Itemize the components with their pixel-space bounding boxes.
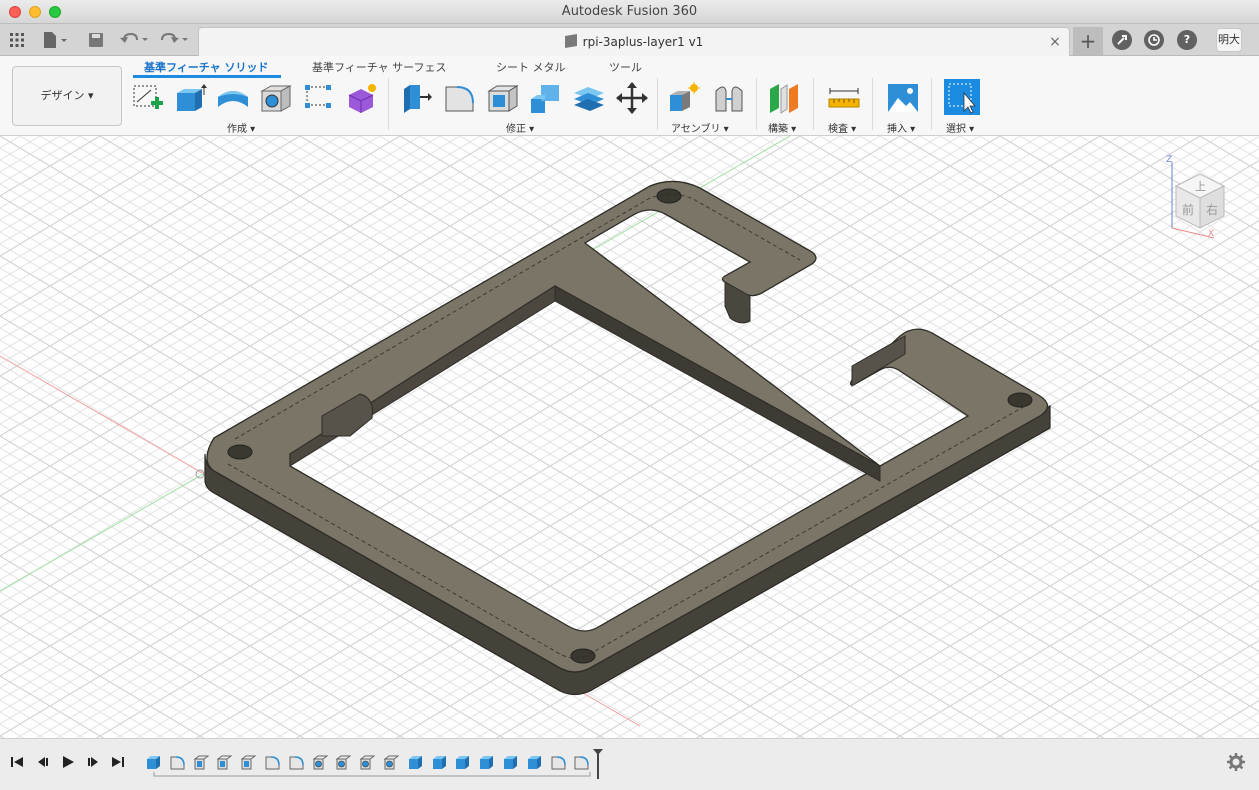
viewcube-front-label: 前 [1182, 202, 1194, 217]
timeline-bracket [153, 772, 591, 777]
viewcube-right-label: 右 [1206, 202, 1218, 217]
document-tab[interactable]: rpi-3aplus-layer1 v1 × [198, 27, 1070, 56]
group-construct-label[interactable]: 構築 ▾ [768, 120, 796, 135]
close-tab-button[interactable]: × [1047, 34, 1063, 50]
file-icon[interactable] [40, 30, 70, 50]
undo-icon[interactable] [118, 30, 150, 50]
group-create-label[interactable]: 作成 ▾ [227, 120, 255, 135]
timeline-feature-shell-icon[interactable] [240, 755, 257, 770]
tab-tools[interactable]: ツール [609, 59, 642, 75]
step-forward-icon[interactable] [85, 755, 101, 771]
create-sketch-icon[interactable] [131, 81, 163, 113]
timeline-feature-hole-icon[interactable] [383, 755, 400, 770]
timeline [0, 738, 1259, 790]
ribbon-separator [813, 78, 814, 130]
new-tab-button[interactable]: + [1073, 27, 1103, 55]
viewcube-axis-z: Z [1166, 155, 1172, 165]
title-bar: Autodesk Fusion 360 [0, 0, 1259, 24]
active-tab-indicator [133, 75, 281, 78]
timeline-feature-extrude-icon[interactable] [408, 755, 423, 770]
shell-icon[interactable] [486, 81, 519, 113]
document-tab-label: rpi-3aplus-layer1 v1 [199, 33, 1069, 49]
offset-plane-icon[interactable] [767, 81, 799, 114]
create-form-icon[interactable] [345, 81, 377, 113]
job-status-icon[interactable] [1144, 30, 1164, 50]
ribbon-separator [756, 78, 757, 130]
joint-icon[interactable] [712, 81, 744, 113]
timeline-settings-gear-icon[interactable] [1227, 753, 1245, 771]
timeline-feature-hole-icon[interactable] [312, 755, 329, 770]
viewcube-axis-x: X [1208, 229, 1214, 239]
grid-icon[interactable] [7, 30, 27, 50]
move-icon[interactable] [615, 81, 648, 114]
tab-sheet-metal[interactable]: シート メタル [496, 59, 566, 75]
timeline-marker[interactable] [593, 749, 603, 779]
viewcube-top-label: 上 [1195, 180, 1206, 193]
combine-icon[interactable] [529, 81, 561, 113]
timeline-feature-extrude-icon[interactable] [432, 755, 447, 770]
mount-hole-left[interactable] [227, 444, 253, 460]
group-inspect-label[interactable]: 検査 ▾ [828, 120, 856, 135]
mount-hole-right[interactable] [1007, 392, 1033, 408]
ribbon: デザイン ▾ 基準フィーチャ ソリッド 基準フィーチャ サーフェス シート メタ… [0, 56, 1259, 136]
timeline-feature-shell-icon[interactable] [193, 755, 210, 770]
fillet-icon[interactable] [443, 81, 475, 113]
timeline-feature-fillet-icon[interactable] [289, 755, 304, 770]
press-pull-icon[interactable] [400, 81, 432, 113]
group-insert-label[interactable]: 挿入 ▾ [887, 120, 915, 135]
pattern-icon[interactable] [302, 81, 334, 113]
timeline-feature-shell-icon[interactable] [216, 755, 233, 770]
measure-icon[interactable] [827, 81, 860, 113]
help-icon[interactable]: ? [1177, 30, 1197, 50]
component-icon [564, 33, 577, 49]
timeline-feature-extrude-icon[interactable] [527, 755, 542, 770]
timeline-feature-fillet-icon[interactable] [574, 755, 590, 770]
timeline-feature-extrude-icon[interactable] [455, 755, 470, 770]
timeline-feature-hole-icon[interactable] [335, 755, 352, 770]
workspace-switcher-button[interactable]: デザイン ▾ [12, 66, 122, 126]
group-assemble-label[interactable]: アセンブリ ▾ [671, 120, 729, 135]
step-back-icon[interactable] [35, 755, 51, 771]
timeline-feature-fillet-icon[interactable] [170, 755, 185, 770]
3d-viewport[interactable]: Z X 上 前 右 [0, 136, 1259, 738]
timeline-feature-hole-icon[interactable] [359, 755, 376, 770]
timeline-feature-extrude-icon[interactable] [479, 755, 494, 770]
hole-icon[interactable] [259, 81, 292, 113]
ribbon-separator [388, 78, 389, 130]
group-modify-label[interactable]: 修正 ▾ [506, 120, 534, 135]
new-component-icon[interactable] [668, 81, 700, 113]
timeline-feature-fillet-icon[interactable] [551, 755, 566, 770]
user-avatar[interactable]: 明大 [1216, 28, 1242, 52]
ribbon-separator [931, 78, 932, 130]
play-icon[interactable] [60, 755, 76, 771]
viewcube[interactable]: Z X 上 前 右 [1162, 152, 1232, 242]
skip-to-start-icon[interactable] [9, 755, 25, 771]
revolve-icon[interactable] [216, 81, 248, 113]
timeline-feature-extrude-icon[interactable] [146, 755, 161, 770]
tab-solid[interactable]: 基準フィーチャ ソリッド [144, 59, 269, 75]
save-icon[interactable] [86, 30, 106, 50]
mount-hole-front[interactable] [570, 648, 596, 664]
ribbon-separator [872, 78, 873, 130]
skip-to-end-icon[interactable] [110, 755, 126, 771]
window-title: Autodesk Fusion 360 [561, 4, 698, 19]
tab-surface[interactable]: 基準フィーチャ サーフェス [312, 59, 447, 75]
offset-face-icon[interactable] [572, 81, 604, 113]
extensions-icon[interactable] [1112, 30, 1132, 50]
tab-bar: rpi-3aplus-layer1 v1 × + ? 明大 [0, 24, 1259, 56]
group-select-label[interactable]: 選択 ▾ [946, 120, 974, 135]
mount-hole-rear[interactable] [656, 188, 682, 204]
ribbon-separator [657, 78, 658, 130]
viewport-canvas[interactable] [0, 136, 1259, 738]
redo-icon[interactable] [158, 30, 190, 50]
timeline-feature-extrude-icon[interactable] [503, 755, 518, 770]
timeline-feature-fillet-icon[interactable] [265, 755, 280, 770]
extrude-icon[interactable] [174, 81, 207, 113]
select-icon[interactable] [944, 79, 980, 115]
insert-image-icon[interactable] [886, 81, 918, 113]
